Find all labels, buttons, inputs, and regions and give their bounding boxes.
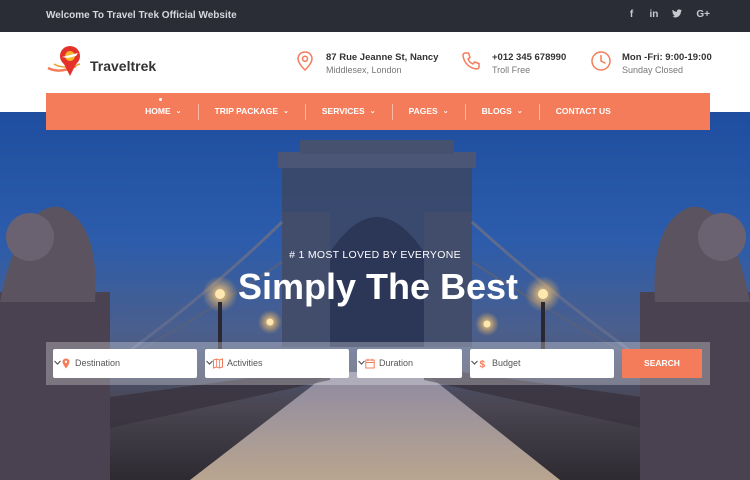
nav-item-label: HOME xyxy=(145,106,171,116)
phone-subtext: Troll Free xyxy=(492,65,531,75)
social-links: f in G+ xyxy=(627,9,710,20)
chevron-down-icon: ⌄ xyxy=(175,108,182,115)
logo[interactable]: Traveltrek xyxy=(46,44,166,80)
destination-select[interactable]: Destination xyxy=(53,349,197,378)
svg-text:$: $ xyxy=(480,360,486,370)
destination-label: Destination xyxy=(75,358,121,368)
nav-item-label: BLOGS xyxy=(481,106,512,116)
budget-label: Budget xyxy=(492,358,521,368)
map-icon xyxy=(213,358,223,369)
duration-select[interactable]: Duration xyxy=(357,349,462,378)
nav-item-services[interactable]: SERVICES ⌄ xyxy=(306,93,392,130)
chevron-down-icon xyxy=(358,360,365,365)
nav-item-blogs[interactable]: BLOGS ⌄ xyxy=(466,93,539,130)
nav-item-label: SERVICES xyxy=(321,106,365,116)
search-bar: Destination Activities Duration $ Budget xyxy=(46,342,710,385)
linkedin-icon[interactable]: in xyxy=(649,9,658,20)
nav-item-label: TRIP PACKAGE xyxy=(214,106,278,116)
budget-select[interactable]: $ Budget xyxy=(470,349,614,378)
search-button[interactable]: SEARCH xyxy=(622,349,702,378)
twitter-icon[interactable] xyxy=(672,9,683,20)
clock-icon xyxy=(591,51,611,71)
chevron-down-icon xyxy=(471,360,478,365)
dollar-icon: $ xyxy=(480,360,486,370)
chevron-down-icon xyxy=(206,360,213,365)
chevron-down-icon: ⌄ xyxy=(369,108,376,115)
calendar-icon xyxy=(365,358,375,369)
logo-text: Traveltrek xyxy=(90,58,157,74)
chevron-down-icon: ⌄ xyxy=(442,108,449,115)
nav-item-label: PAGES xyxy=(408,106,438,116)
location-pin-icon xyxy=(297,51,313,72)
facebook-icon[interactable]: f xyxy=(627,9,635,20)
nav-item-label: CONTACT US xyxy=(555,106,611,116)
hours-line1: Mon -Fri: 9:00-19:00 xyxy=(622,52,712,63)
phone-icon xyxy=(462,52,480,70)
nav-item-contact-us[interactable]: CONTACT US xyxy=(540,93,627,130)
main-nav: HOME ⌄ TRIP PACKAGE ⌄ SERVICES ⌄ PAGES ⌄… xyxy=(46,93,710,130)
google-plus-icon[interactable]: G+ xyxy=(696,9,710,20)
chevron-down-icon: ⌄ xyxy=(516,108,523,115)
hero-headline: Simply The Best xyxy=(237,266,519,307)
welcome-text: Welcome To Travel Trek Official Website xyxy=(46,10,237,21)
location-pin-icon xyxy=(62,358,70,369)
activities-label: Activities xyxy=(227,358,263,368)
chevron-down-icon: ⌄ xyxy=(283,108,289,115)
hero-banner: # 1 MOST LOVED BY EVERYONE Simply The Be… xyxy=(0,112,750,480)
hours-line2: Sunday Closed xyxy=(622,65,684,75)
hero-eyebrow: # 1 MOST LOVED BY EVERYONE xyxy=(289,249,461,261)
duration-label: Duration xyxy=(379,358,414,368)
address-line2: Middlesex, London xyxy=(326,65,402,75)
nav-item-home[interactable]: HOME ⌄ xyxy=(129,93,197,130)
nav-item-trip-package[interactable]: TRIP PACKAGE ⌄ xyxy=(199,93,305,130)
address-line1: 87 Rue Jeanne St, Nancy xyxy=(326,52,439,63)
logo-icon xyxy=(47,46,81,76)
activities-select[interactable]: Activities xyxy=(205,349,349,378)
phone-number[interactable]: +012 345 678990 xyxy=(492,52,566,63)
top-bar: Welcome To Travel Trek Official Website … xyxy=(0,0,750,32)
chevron-down-icon xyxy=(54,360,61,365)
nav-item-pages[interactable]: PAGES ⌄ xyxy=(393,93,465,130)
